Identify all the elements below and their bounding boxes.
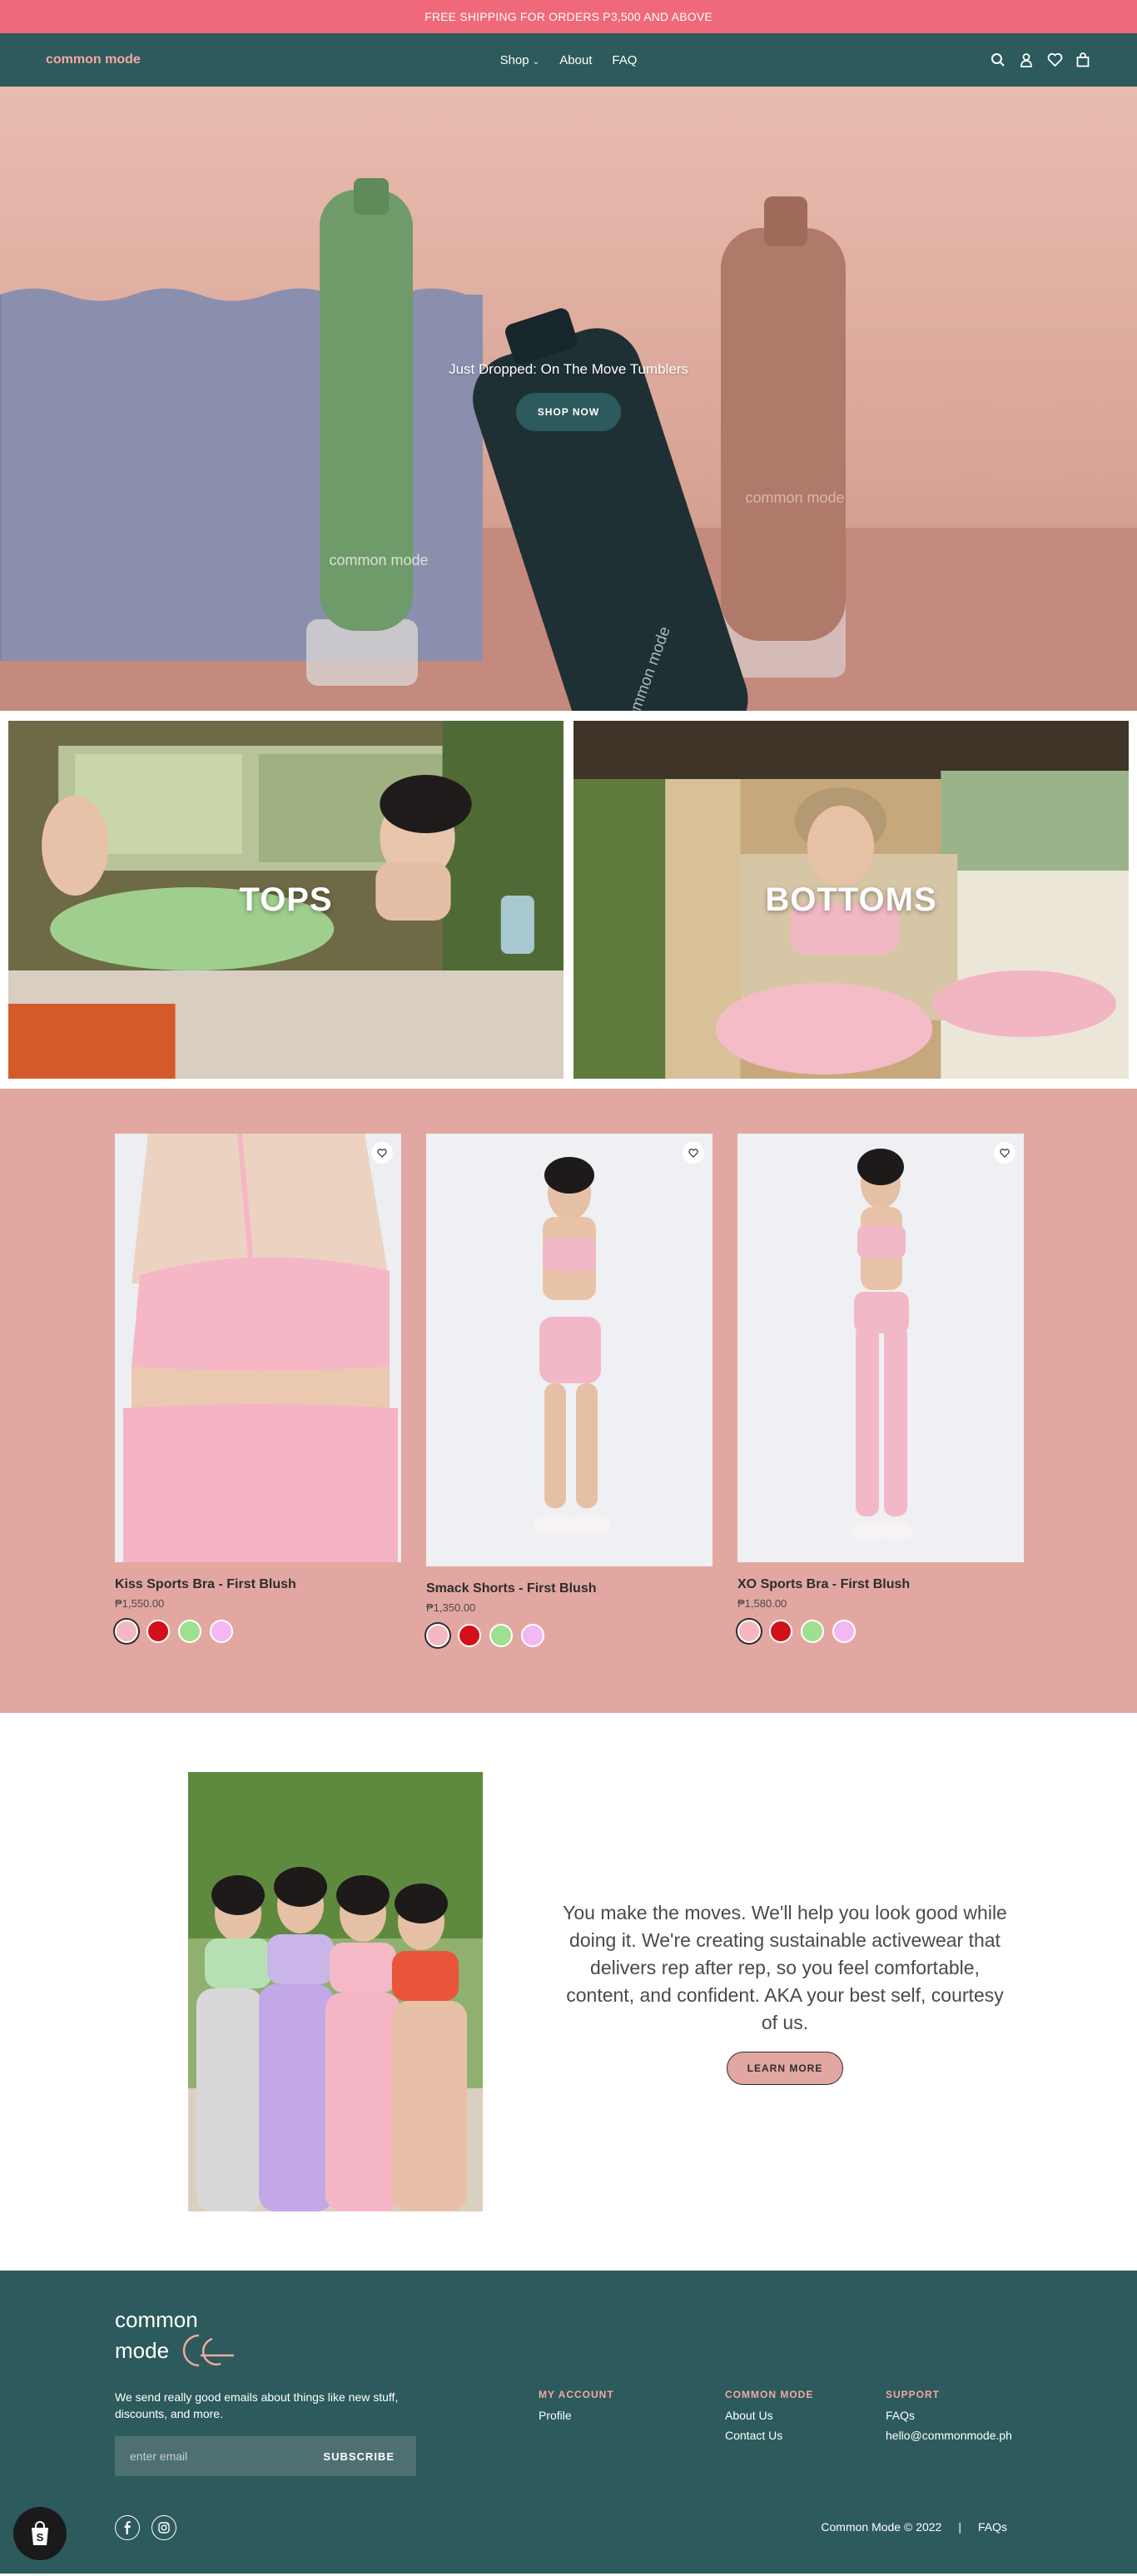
product-image[interactable]: [115, 1134, 401, 1562]
collection-label-bottoms: BOTTOMS: [765, 881, 937, 918]
color-swatches: [426, 1624, 712, 1647]
product-image[interactable]: [737, 1134, 1024, 1562]
product-card[interactable]: Smack Shorts - First Blush ₱1,350.00: [426, 1134, 712, 1663]
footer-link-profile[interactable]: Profile: [539, 2409, 614, 2422]
account-icon[interactable]: [1018, 52, 1035, 68]
hero-title: Just Dropped: On The Move Tumblers: [449, 361, 688, 377]
product-card[interactable]: Kiss Sports Bra - First Blush ₱1,550.00: [115, 1134, 401, 1663]
hero-content: Just Dropped: On The Move Tumblers SHOP …: [0, 361, 1137, 431]
nav-shop[interactable]: Shop ⌄: [500, 53, 540, 67]
product-price: ₱1,580.00: [737, 1597, 787, 1610]
swatch-red[interactable]: [146, 1620, 170, 1643]
social-links: [115, 2515, 176, 2540]
about-image: [188, 1772, 483, 2211]
newsletter-tagline: We send really good emails about things …: [115, 2390, 399, 2420]
footer-col-title: SUPPORT: [886, 2389, 941, 2400]
footer-link-contact-us[interactable]: Contact Us: [725, 2429, 813, 2442]
swatch-first-blush[interactable]: [115, 1620, 138, 1643]
heart-icon[interactable]: [1046, 52, 1063, 68]
wishlist-heart-icon[interactable]: [371, 1142, 393, 1164]
announcement-bar: FREE SHIPPING FOR ORDERS P3,500 AND ABOV…: [0, 0, 1137, 33]
collection-tile-tops[interactable]: TOPS: [8, 721, 564, 1079]
instagram-icon[interactable]: [151, 2515, 176, 2540]
footer-bottom: Common Mode © 2022 | FAQs: [821, 2520, 1007, 2534]
footer-divider: |: [958, 2520, 961, 2534]
header-icons: [990, 52, 1091, 68]
footer-link-about-us[interactable]: About Us: [725, 2409, 813, 2422]
nav-faq[interactable]: FAQ: [612, 53, 637, 67]
about-section: You make the moves. We'll help you look …: [0, 1713, 1137, 2271]
svg-text:common mode: common mode: [329, 552, 428, 568]
swatch-first-blush[interactable]: [737, 1620, 761, 1643]
bag-icon[interactable]: [1075, 52, 1091, 68]
site-header: common mode Shop ⌄ About FAQ: [0, 33, 1137, 87]
swatch-green[interactable]: [801, 1620, 824, 1643]
swatch-red[interactable]: [458, 1624, 481, 1647]
svg-text:S: S: [37, 2531, 44, 2544]
search-icon[interactable]: [990, 52, 1006, 68]
logo-mark-icon: [182, 2334, 235, 2367]
footer-col-title: COMMON MODE: [725, 2389, 814, 2400]
product-price: ₱1,550.00: [115, 1597, 165, 1610]
swatch-green[interactable]: [489, 1624, 513, 1647]
product-grid: Kiss Sports Bra - First Blush ₱1,550.00: [0, 1089, 1137, 1713]
subscribe-button[interactable]: SUBSCRIBE: [323, 2450, 395, 2463]
learn-more-button[interactable]: LEARN MORE: [726, 2051, 844, 2085]
swatch-green[interactable]: [178, 1620, 201, 1643]
collection-tiles: TOPS BOTTOMS: [0, 711, 1137, 1089]
about-text: You make the moves. We'll help you look …: [483, 1899, 1137, 2085]
footer-logo[interactable]: common mode: [115, 2309, 236, 2370]
nav-shop-label: Shop: [499, 52, 529, 67]
collection-tile-bottoms[interactable]: BOTTOMS: [573, 721, 1129, 1079]
swatch-lilac[interactable]: [210, 1620, 233, 1643]
newsletter-form: SUBSCRIBE: [115, 2436, 416, 2476]
footer-col-title: MY ACCOUNT: [539, 2389, 614, 2400]
shop-now-button[interactable]: SHOP NOW: [515, 393, 622, 431]
svg-text:common mode: common mode: [745, 489, 844, 506]
wishlist-heart-icon[interactable]: [683, 1142, 704, 1164]
nav-about[interactable]: About: [559, 53, 592, 67]
footer-col-support: SUPPORT FAQs hello@commonmode.ph: [886, 2389, 1012, 2449]
swatch-lilac[interactable]: [832, 1620, 856, 1643]
swatch-red[interactable]: [769, 1620, 792, 1643]
footer-logo-line2: mode: [115, 2338, 170, 2363]
logo[interactable]: common mode: [46, 52, 141, 67]
footer-link-email[interactable]: hello@commonmode.ph: [886, 2429, 1012, 2442]
shopify-bag-icon[interactable]: S: [13, 2507, 67, 2560]
collection-label-tops: TOPS: [239, 881, 333, 918]
product-card[interactable]: XO Sports Bra - First Blush ₱1,580.00: [737, 1134, 1024, 1663]
footer-faqs-link[interactable]: FAQs: [978, 2520, 1007, 2534]
color-swatches: [115, 1620, 401, 1643]
site-footer: common mode We send really good emails a…: [0, 2271, 1137, 2574]
footer-link-faqs[interactable]: FAQs: [886, 2409, 1012, 2422]
email-input[interactable]: [130, 2449, 296, 2463]
footer-col-common-mode: COMMON MODE About Us Contact Us: [725, 2389, 813, 2449]
hero-banner: common mode common mode common mode Just…: [0, 87, 1137, 711]
wishlist-heart-icon[interactable]: [994, 1142, 1015, 1164]
color-swatches: [737, 1620, 1024, 1643]
main-nav: Shop ⌄ About FAQ: [0, 53, 1137, 67]
product-name[interactable]: Smack Shorts - First Blush: [426, 1581, 712, 1596]
product-price: ₱1,350.00: [426, 1601, 476, 1614]
product-image[interactable]: [426, 1134, 712, 1566]
product-name[interactable]: Kiss Sports Bra - First Blush: [115, 1577, 401, 1592]
footer-logo-line1: common: [115, 2307, 198, 2332]
product-name[interactable]: XO Sports Bra - First Blush: [737, 1577, 1024, 1592]
swatch-lilac[interactable]: [521, 1624, 544, 1647]
facebook-icon[interactable]: [115, 2515, 140, 2540]
announcement-text: FREE SHIPPING FOR ORDERS P3,500 AND ABOV…: [425, 10, 712, 23]
about-copy: You make the moves. We'll help you look …: [563, 1901, 1007, 2033]
copyright: Common Mode © 2022: [821, 2520, 942, 2534]
footer-col-my-account: MY ACCOUNT Profile: [539, 2389, 614, 2429]
swatch-first-blush[interactable]: [426, 1624, 449, 1647]
chevron-down-icon: ⌄: [532, 57, 540, 67]
